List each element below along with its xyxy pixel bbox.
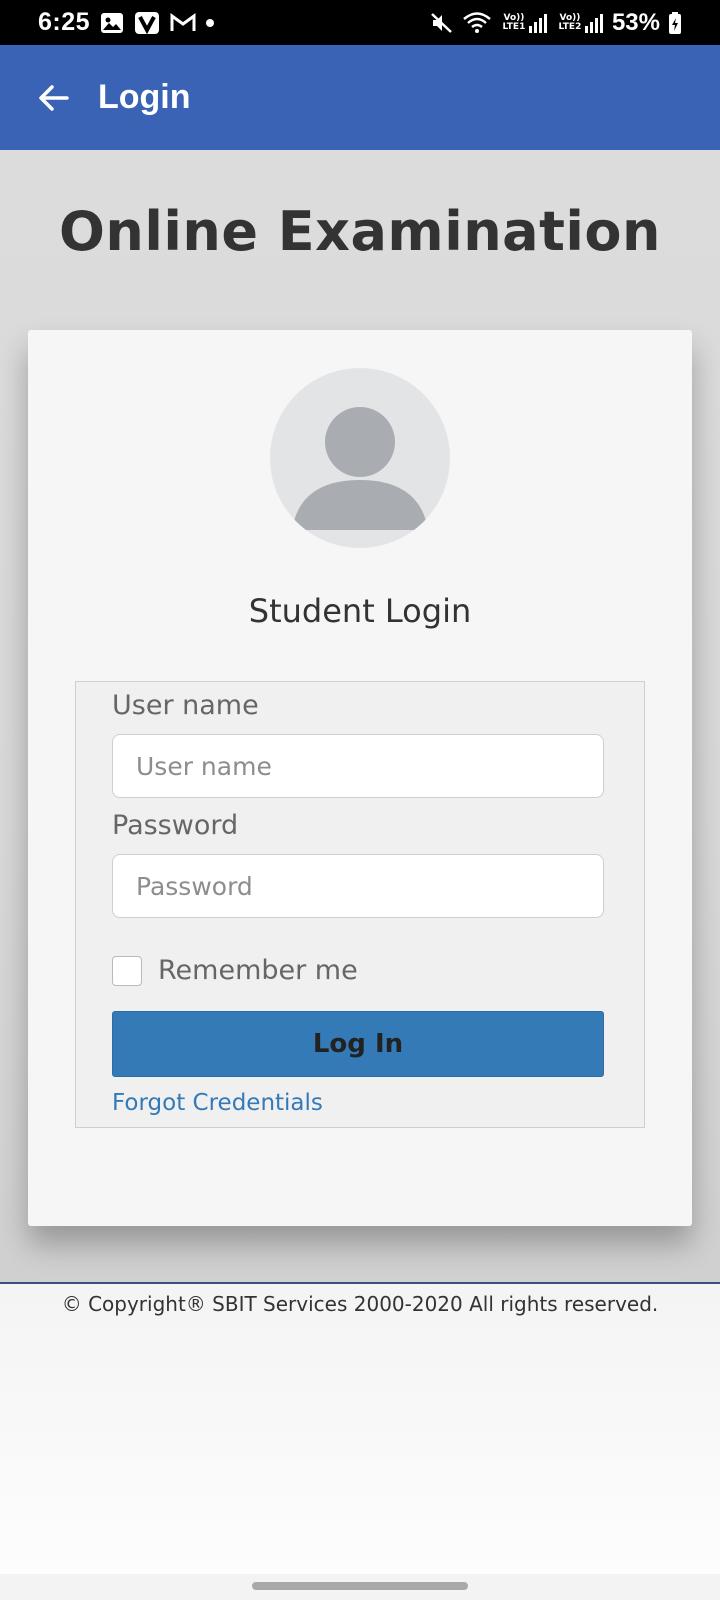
remember-me-checkbox[interactable] (112, 955, 142, 986)
gallery-icon (100, 12, 124, 34)
sim2-label: Vo)) LTE2 (558, 12, 582, 32)
username-input[interactable] (112, 734, 604, 798)
battery-percent: 53% (611, 8, 660, 36)
login-form: User name Password Remember me Log In Fo… (75, 681, 645, 1128)
mute-icon (430, 11, 454, 35)
status-bar: 6:25 Vo)) LTE1 Vo)) LTE2 53% (0, 0, 720, 45)
wifi-icon (462, 11, 492, 35)
forgot-credentials-link[interactable]: Forgot Credentials (112, 1090, 323, 1116)
remember-me-label: Remember me (158, 955, 358, 986)
sim2-signal-icon: Vo)) LTE2 (556, 12, 604, 34)
home-indicator[interactable] (252, 1582, 468, 1590)
status-bar-left: 6:25 (38, 8, 215, 37)
password-label: Password (112, 810, 239, 841)
username-label: User name (112, 690, 259, 721)
password-input[interactable] (112, 854, 604, 918)
footer: © Copyright® SBIT Services 2000-2020 All… (0, 1284, 720, 1574)
notification-dot-icon (206, 18, 215, 27)
v-app-icon (134, 11, 160, 35)
remember-me-row[interactable]: Remember me (112, 955, 358, 986)
sim1-label: Vo)) LTE1 (502, 12, 526, 32)
back-arrow-icon[interactable] (36, 81, 70, 115)
app-bar-title: Login (98, 78, 191, 116)
card-heading: Student Login (248, 592, 472, 630)
status-bar-right: Vo)) LTE1 Vo)) LTE2 53% (430, 9, 682, 37)
user-avatar-icon (270, 368, 450, 548)
status-time: 6:25 (38, 8, 91, 36)
system-nav-bar (0, 1574, 720, 1600)
sim1-signal-icon: Vo)) LTE1 (500, 12, 548, 34)
battery-icon (668, 11, 682, 35)
copyright-text: © Copyright® SBIT Services 2000-2020 All… (61, 1292, 659, 1316)
login-card: Student Login User name Password Remembe… (28, 330, 692, 1226)
page-title: Online Examination (59, 200, 661, 263)
app-bar: Login (0, 45, 720, 150)
login-button[interactable]: Log In (112, 1011, 604, 1077)
main-content: Online Examination Student Login User na… (0, 150, 720, 1282)
gmail-icon (170, 12, 196, 33)
